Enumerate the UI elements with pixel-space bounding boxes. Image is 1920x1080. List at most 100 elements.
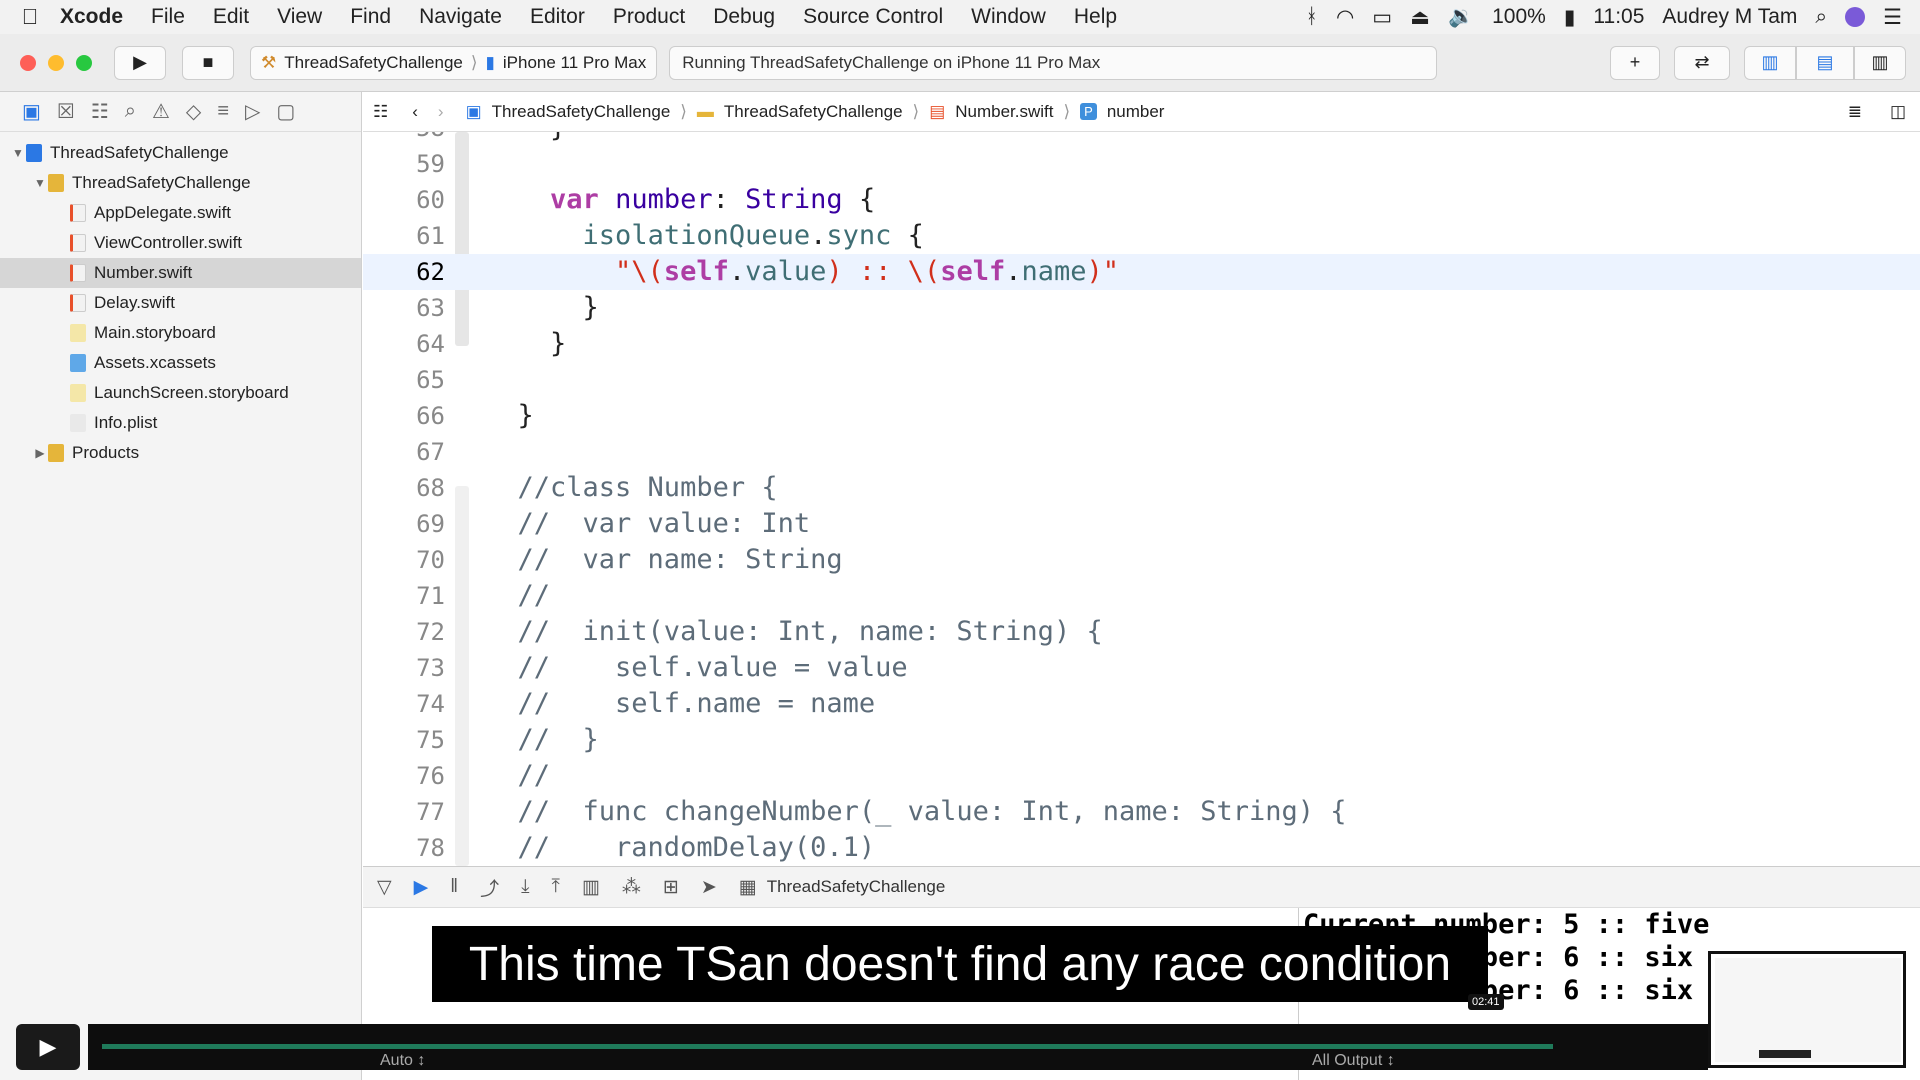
disclosure-triangle-icon[interactable]: ▶ [32, 446, 48, 460]
code-line[interactable]: 61 isolationQueue.sync { [363, 218, 1920, 254]
run-button[interactable]: ▶ [114, 45, 166, 80]
line-number[interactable]: 76 [363, 758, 445, 794]
code-line[interactable]: 76 // [363, 758, 1920, 794]
code-line[interactable]: 78 // randomDelay(0.1) [363, 830, 1920, 866]
line-number[interactable]: 63 [363, 290, 445, 326]
code-line[interactable]: 63 } [363, 290, 1920, 326]
view-hierarchy-icon[interactable]: ▥ [582, 876, 600, 899]
video-progress-track[interactable] [88, 1024, 1708, 1070]
bluetooth-icon[interactable]: ᚼ [1305, 5, 1318, 29]
add-editor-icon[interactable]: ◫ [1890, 102, 1906, 122]
zoom-window-button[interactable] [76, 54, 92, 71]
line-number[interactable]: 73 [363, 650, 445, 686]
source-control-icon[interactable]: ☒ [57, 99, 75, 124]
code-line[interactable]: 75 // } [363, 722, 1920, 758]
video-play-button[interactable]: ▶ [16, 1024, 80, 1070]
line-number[interactable]: 64 [363, 326, 445, 362]
all-output-selector[interactable]: All Output ↕ [1312, 1052, 1395, 1070]
find-icon[interactable]: ⌕ [125, 100, 136, 123]
code-line[interactable]: 64 } [363, 326, 1920, 362]
symbol-icon[interactable]: ☷ [91, 99, 109, 124]
stop-button[interactable]: ■ [182, 45, 234, 80]
code-line[interactable]: 67 [363, 434, 1920, 470]
warning-icon[interactable]: ⚠ [152, 99, 170, 124]
code-line[interactable]: 69 // var value: Int [363, 506, 1920, 542]
user-name[interactable]: Audrey M Tam [1662, 5, 1797, 29]
navigator-item[interactable]: ▼ ThreadSafetyChallenge [0, 168, 361, 198]
line-number[interactable]: 62 [363, 254, 445, 290]
jump-file[interactable]: Number.swift [955, 102, 1053, 122]
line-number[interactable]: 78 [363, 830, 445, 866]
code-line[interactable]: 66 } [363, 398, 1920, 434]
code-line[interactable]: 72 // init(value: Int, name: String) { [363, 614, 1920, 650]
airplay-icon[interactable]: ▭ [1372, 5, 1392, 30]
wifi-icon[interactable]: ◠ [1336, 5, 1354, 30]
code-line[interactable]: 71 // [363, 578, 1920, 614]
code-review-button[interactable]: ⇄ [1674, 45, 1730, 80]
navigator-item[interactable]: Info.plist [0, 408, 361, 438]
auto-scope-selector[interactable]: Auto ↕ [380, 1052, 425, 1070]
line-number[interactable]: 72 [363, 614, 445, 650]
code-line[interactable]: 73 // self.value = value [363, 650, 1920, 686]
clock[interactable]: 11:05 [1593, 5, 1644, 29]
toggle-inspector-button[interactable]: ▥ [1854, 45, 1906, 80]
navigator-item[interactable]: LaunchScreen.storyboard [0, 378, 361, 408]
jump-symbol[interactable]: number [1107, 102, 1165, 122]
step-into-icon[interactable]: ⤓ [521, 876, 529, 898]
code-area[interactable]: 58 }5960 var number: String {61 isolatio… [363, 132, 1920, 866]
code-line[interactable]: 70 // var name: String [363, 542, 1920, 578]
pause-icon[interactable]: ‖ [450, 876, 458, 898]
toggle-navigator-button[interactable]: ▥ [1744, 45, 1796, 80]
editor-options-icon[interactable]: ≣ [1848, 102, 1862, 122]
minimize-window-button[interactable] [48, 54, 64, 71]
location-icon[interactable]: ➤ [701, 876, 717, 899]
hide-debug-area-icon[interactable]: ▽ [377, 876, 392, 899]
code-line[interactable]: 74 // self.name = name [363, 686, 1920, 722]
folder-icon[interactable]: ▣ [22, 99, 41, 124]
spotlight-search-icon[interactable]: ⌕ [1815, 5, 1827, 29]
menu-navigate[interactable]: Navigate [419, 5, 502, 29]
app-menu[interactable]: Xcode [60, 5, 123, 29]
menu-view[interactable]: View [277, 5, 322, 29]
step-over-icon[interactable]: ⤴ [480, 874, 499, 901]
line-number[interactable]: 61 [363, 218, 445, 254]
menu-file[interactable]: File [151, 5, 185, 29]
line-number[interactable]: 68 [363, 470, 445, 506]
line-number[interactable]: 77 [363, 794, 445, 830]
test-icon[interactable]: ◇ [186, 99, 201, 124]
menu-edit[interactable]: Edit [213, 5, 249, 29]
library-button[interactable]: + [1610, 45, 1660, 80]
line-number[interactable]: 66 [363, 398, 445, 434]
debug-icon[interactable]: ≡ [217, 100, 229, 123]
navigator-item[interactable]: Assets.xcassets [0, 348, 361, 378]
line-number[interactable]: 58 [363, 132, 445, 146]
menu-window[interactable]: Window [971, 5, 1046, 29]
close-window-button[interactable] [20, 54, 36, 71]
line-number[interactable]: 69 [363, 506, 445, 542]
navigator-item[interactable]: AppDelegate.swift [0, 198, 361, 228]
menu-debug[interactable]: Debug [713, 5, 775, 29]
navigator-item[interactable]: ▶ Products [0, 438, 361, 468]
apple-menu-icon[interactable]:  [0, 4, 60, 30]
breakpoint-icon[interactable]: ▷ [245, 99, 260, 124]
code-line[interactable]: 58 } [363, 132, 1920, 146]
navigator-item[interactable]: ▼ ThreadSafetyChallenge [0, 138, 361, 168]
forward-arrow-icon[interactable]: › [438, 102, 444, 122]
navigator-item[interactable]: Number.swift [0, 258, 361, 288]
line-number[interactable]: 74 [363, 686, 445, 722]
line-number[interactable]: 75 [363, 722, 445, 758]
line-number[interactable]: 71 [363, 578, 445, 614]
navigator-item[interactable]: Main.storyboard [0, 318, 361, 348]
line-number[interactable]: 67 [363, 434, 445, 470]
jump-group[interactable]: ThreadSafetyChallenge [724, 102, 903, 122]
disclosure-triangle-icon[interactable]: ▼ [32, 176, 48, 190]
line-number[interactable]: 70 [363, 542, 445, 578]
code-line[interactable]: 62 "\(self.value) :: \(self.name)" [363, 254, 1920, 290]
menu-source-control[interactable]: Source Control [803, 5, 943, 29]
notification-center-icon[interactable]: ☰ [1883, 5, 1902, 30]
menu-find[interactable]: Find [350, 5, 391, 29]
menu-product[interactable]: Product [613, 5, 685, 29]
menu-editor[interactable]: Editor [530, 5, 585, 29]
siri-icon[interactable] [1845, 7, 1866, 27]
code-line[interactable]: 68 //class Number { [363, 470, 1920, 506]
